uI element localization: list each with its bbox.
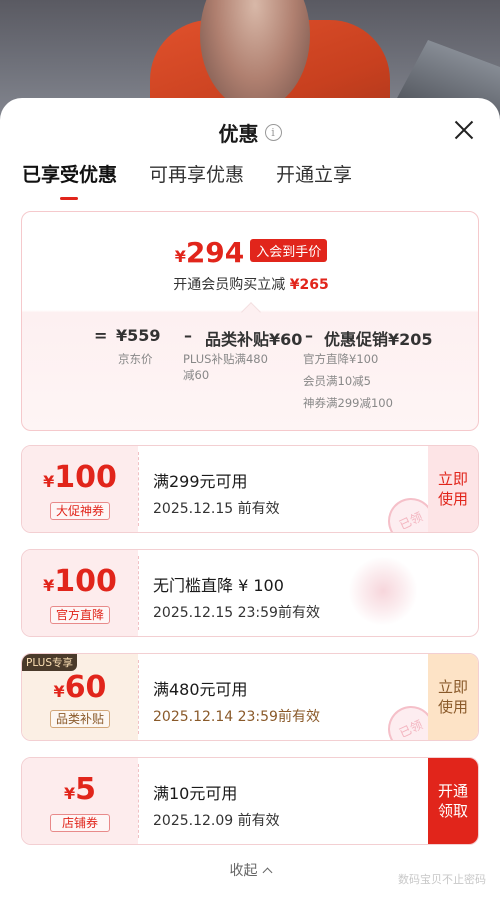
coupon-validity: 2025.12.15 23:59前有效	[153, 605, 320, 621]
formula-subsidy: 品类补贴¥60	[205, 330, 303, 349]
formula-promo: 优惠促销¥205	[324, 330, 433, 349]
member-savings-text: 开通会员购买立减 ¥265	[22, 274, 478, 294]
firework-decoration-icon	[348, 556, 418, 626]
subsidy-note: PLUS补贴满480 减60	[183, 348, 268, 386]
action-line: 使用	[437, 490, 468, 508]
coupon-condition: 无门槛直降 ¥ 100	[153, 576, 284, 595]
use-now-button[interactable]: 立即 使用	[428, 654, 478, 740]
coupon-amount: ¥100	[22, 564, 138, 599]
dashed-divider	[138, 764, 139, 838]
formula-base-price: ¥559	[116, 326, 161, 345]
callout-pointer	[241, 302, 261, 322]
coupon-amount: ¥100	[22, 460, 138, 495]
action-line: 立即	[437, 470, 468, 488]
info-icon[interactable]: i	[264, 124, 282, 141]
coupon-value-panel: ¥100 官方直降	[22, 550, 138, 636]
coupon-validity: 2025.12.09 前有效	[153, 813, 280, 829]
tab-enjoyed[interactable]: 已享受优惠	[22, 160, 117, 200]
action-line: 开通	[437, 782, 468, 800]
coupon-type-tag: 官方直降	[50, 606, 110, 624]
discount-sheet: 优惠 i 已享受优惠 可再享优惠 开通立享 ¥294 入会到手价 开通会员购买立减 …	[0, 98, 500, 897]
discount-tabs: 已享受优惠 可再享优惠 开通立享	[22, 160, 352, 200]
coupon-amount-value: 5	[75, 772, 96, 807]
watermark: 数码宝贝不止密码	[398, 873, 486, 886]
yen-symbol: ¥	[43, 576, 55, 595]
coupon-amount-value: 100	[54, 564, 117, 599]
promo-notes: 官方直降¥100 会员满10减5 神券满299减100	[303, 348, 393, 414]
coupon-amount: ¥60	[22, 670, 138, 705]
savings-amount: ¥265	[289, 277, 329, 293]
collapse-label: 收起	[229, 863, 258, 879]
close-icon[interactable]	[454, 120, 474, 140]
final-price: 294	[185, 236, 245, 269]
coupon-type-tag: 大促神券	[50, 502, 110, 520]
promo-note-line: 官方直降¥100	[303, 352, 379, 366]
coupon-condition: 满480元可用	[153, 680, 248, 699]
yen-symbol: ¥	[43, 472, 55, 491]
price-summary-card: ¥294 入会到手价 开通会员购买立减 ¥265 = ¥559 – 品类补贴¥60…	[21, 211, 479, 431]
yen-symbol: ¥	[63, 784, 76, 803]
coupon-card: ¥5 店铺券 满10元可用 2025.12.09 前有效 开通领取	[21, 757, 479, 845]
formula-equals: =	[94, 326, 108, 345]
coupon-card: ¥60 品类补贴 PLUS专享 满480元可用 2025.12.14 23:59…	[21, 653, 479, 741]
coupon-amount-value: 100	[54, 460, 117, 495]
coupon-condition: 满299元可用	[153, 472, 248, 491]
action-line: 立即	[437, 678, 468, 696]
coupon-type-tag: 店铺券	[50, 814, 110, 832]
dashed-divider	[138, 660, 139, 734]
coupon-type-tag: 品类补贴	[50, 710, 110, 728]
promo-note-line: 神券满299减100	[303, 396, 393, 410]
activate-claim-button[interactable]: 开通 领取	[428, 758, 478, 844]
coupon-card: ¥100 大促神券 满299元可用 2025.12.15 前有效 已领 立即 使用	[21, 445, 479, 533]
yen-symbol: ¥	[174, 247, 186, 266]
savings-label: 开通会员购买立减	[173, 277, 286, 293]
yen-symbol: ¥	[53, 682, 65, 701]
use-now-button[interactable]: 立即 使用	[428, 446, 478, 532]
plus-exclusive-badge: PLUS专享	[22, 654, 78, 671]
coupon-value-panel: ¥5 店铺券	[22, 758, 138, 844]
sheet-title: 优惠	[218, 122, 259, 146]
promo-note-line: 会员满10减5	[303, 374, 371, 388]
tab-activate[interactable]: 开通立享	[276, 160, 352, 194]
formula-minus: –	[184, 326, 192, 345]
dashed-divider	[138, 452, 139, 526]
dashed-divider	[138, 556, 139, 630]
tab-more-available[interactable]: 可再享优惠	[149, 160, 244, 194]
action-line: 领取	[437, 802, 468, 820]
chevron-up-icon	[262, 867, 272, 878]
coupon-condition: 满10元可用	[153, 784, 238, 803]
formula-minus: –	[305, 326, 313, 345]
coupon-validity: 2025.12.14 23:59前有效	[153, 709, 320, 725]
action-line: 使用	[437, 698, 468, 716]
final-price-row: ¥294 入会到手价	[22, 236, 478, 269]
coupon-amount: ¥5	[22, 772, 138, 807]
coupon-card: ¥100 官方直降 无门槛直降 ¥ 100 2025.12.15 23:59前有…	[21, 549, 479, 637]
sheet-header: 优惠 i	[0, 118, 500, 148]
coupon-validity: 2025.12.15 前有效	[153, 501, 280, 517]
coupon-amount-value: 60	[64, 670, 107, 705]
coupon-value-panel: ¥100 大促神券	[22, 446, 138, 532]
base-price-note: 京东价	[118, 352, 153, 366]
member-price-badge: 入会到手价	[250, 239, 328, 262]
